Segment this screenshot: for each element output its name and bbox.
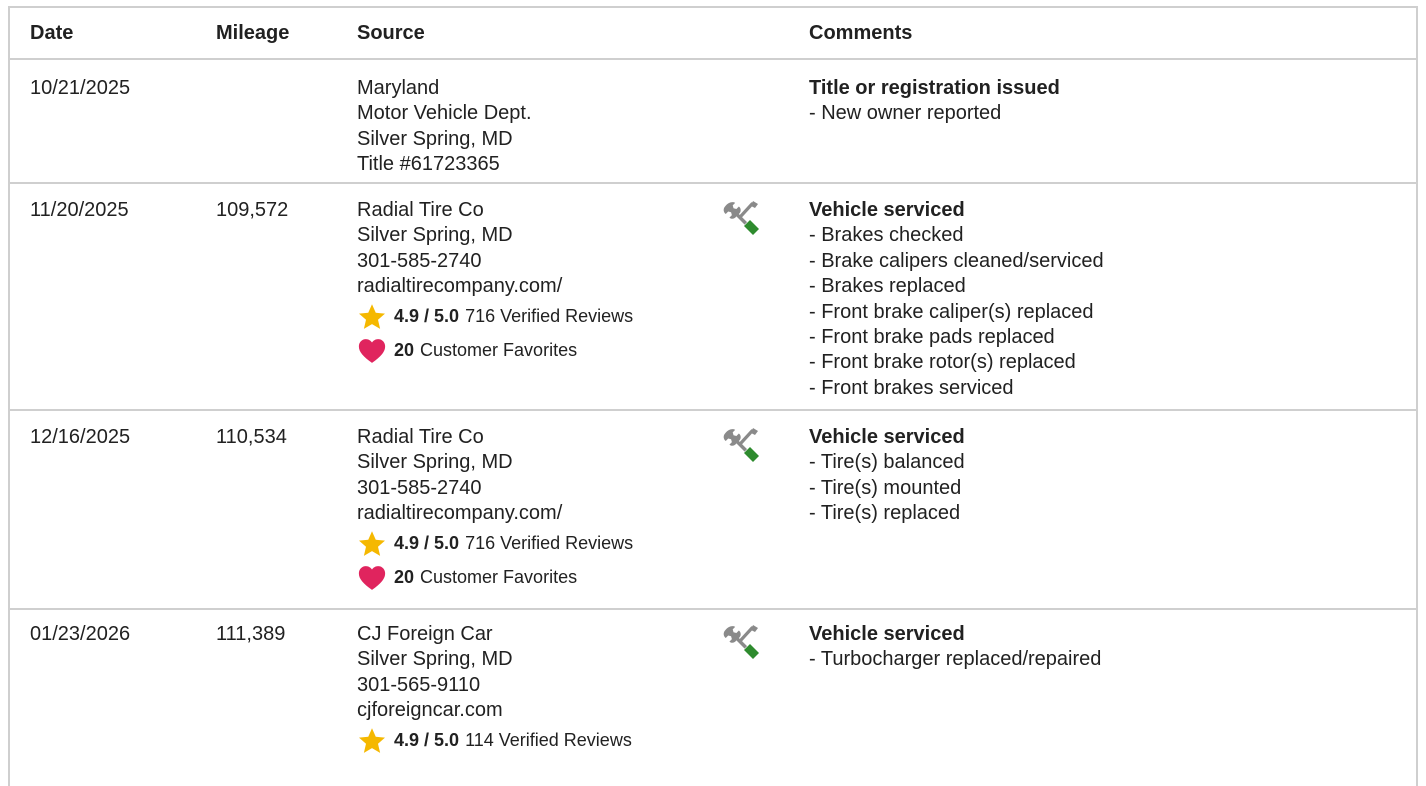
rating-score: 4.9 / 5.0 xyxy=(394,729,460,750)
source-line: Silver Spring, MD xyxy=(357,127,513,150)
rating-reviews: 716 Verified Reviews xyxy=(465,532,634,553)
source-phone[interactable]: 301-585-2740 xyxy=(357,476,725,501)
comment-item: - Tire(s) replaced xyxy=(809,502,961,525)
table-row: 10/21/2025 Maryland Motor Vehicle Dept. … xyxy=(10,59,1416,183)
rating-reviews: 716 Verified Reviews xyxy=(465,305,634,326)
source-website-link[interactable]: radialtirecompany.com/ xyxy=(357,501,725,526)
row-date: 10/21/2025 xyxy=(30,77,131,99)
star-icon xyxy=(357,726,387,756)
favorites-row[interactable]: 20 Customer Favorites xyxy=(357,561,725,595)
header-source: Source xyxy=(357,21,425,44)
comment-item: - Front brakes serviced xyxy=(809,376,1014,399)
comment-title: Vehicle serviced xyxy=(809,199,965,221)
comment-item: - Tire(s) mounted xyxy=(809,476,962,499)
comment-item: - New owner reported xyxy=(809,102,1002,125)
table-row: 11/20/2025 109,572 Radial Tire Co Silver… xyxy=(10,183,1416,410)
row-comments: Vehicle serviced - Turbocharger replaced… xyxy=(809,609,1416,758)
star-icon xyxy=(357,302,387,332)
comment-title: Vehicle serviced xyxy=(809,426,965,448)
vehicle-history-table-frame: Date Mileage Source Comments 10/21/2025 … xyxy=(8,6,1418,786)
row-source: Radial Tire Co Silver Spring, MD 301-585… xyxy=(357,183,725,410)
row-date: 12/16/2025 xyxy=(30,426,131,448)
source-phone[interactable]: 301-565-9110 xyxy=(357,673,725,698)
favorites-label: Customer Favorites xyxy=(420,339,578,360)
rating-row[interactable]: 4.9 / 5.0 114 Verified Reviews xyxy=(357,724,725,758)
row-source: CJ Foreign Car Silver Spring, MD 301-565… xyxy=(357,609,725,758)
table-row: 01/23/2026 111,389 CJ Foreign Car Silver… xyxy=(10,609,1416,758)
favorites-row[interactable]: 20 Customer Favorites xyxy=(357,334,725,368)
rating-row[interactable]: 4.9 / 5.0 716 Verified Reviews xyxy=(357,300,725,334)
row-icon-cell xyxy=(725,410,809,609)
row-date: 01/23/2026 xyxy=(30,623,131,645)
row-comments: Vehicle serviced - Brakes checked - Brak… xyxy=(809,183,1416,410)
source-phone[interactable]: 301-585-2740 xyxy=(357,249,725,274)
favorites-label: Customer Favorites xyxy=(420,566,578,587)
comment-item: - Front brake pads replaced xyxy=(809,326,1055,349)
row-mileage: 111,389 xyxy=(216,623,286,645)
wrench-screwdriver-icon xyxy=(722,425,762,465)
source-name[interactable]: Radial Tire Co xyxy=(357,198,725,223)
comment-title: Title or registration issued xyxy=(809,77,1060,99)
row-icon-cell xyxy=(725,609,809,758)
source-website-link[interactable]: cjforeigncar.com xyxy=(357,698,725,723)
table-row: 12/16/2025 110,534 Radial Tire Co Silver… xyxy=(10,410,1416,609)
comment-item: - Front brake rotor(s) replaced xyxy=(809,351,1076,374)
source-line: Motor Vehicle Dept. xyxy=(357,102,532,125)
star-icon xyxy=(357,529,387,559)
header-icon-spacer xyxy=(725,8,809,59)
header-comments: Comments xyxy=(809,21,913,44)
wrench-screwdriver-icon xyxy=(722,198,762,238)
source-name[interactable]: Radial Tire Co xyxy=(357,425,725,450)
comment-item: - Tire(s) balanced xyxy=(809,451,965,474)
table-header-row: Date Mileage Source Comments xyxy=(10,8,1416,59)
rating-row[interactable]: 4.9 / 5.0 716 Verified Reviews xyxy=(357,527,725,561)
comment-item: - Front brake caliper(s) replaced xyxy=(809,300,1094,323)
source-line: Title #61723365 xyxy=(357,153,500,176)
comment-item: - Brakes checked xyxy=(809,224,964,247)
heart-icon xyxy=(357,336,387,366)
source-website-link[interactable]: radialtirecompany.com/ xyxy=(357,274,725,299)
row-mileage xyxy=(216,59,357,183)
comment-title: Vehicle serviced xyxy=(809,623,965,645)
vehicle-history-table: Date Mileage Source Comments 10/21/2025 … xyxy=(10,8,1416,758)
row-icon-cell xyxy=(725,59,809,183)
source-line: Silver Spring, MD xyxy=(357,224,513,247)
row-comments: Vehicle serviced - Tire(s) balanced - Ti… xyxy=(809,410,1416,609)
row-mileage: 109,572 xyxy=(216,199,289,221)
heart-icon xyxy=(357,563,387,593)
favorites-count: 20 xyxy=(394,339,415,360)
comment-item: - Turbocharger replaced/repaired xyxy=(809,648,1102,671)
row-mileage: 110,534 xyxy=(216,426,287,448)
rating-score: 4.9 / 5.0 xyxy=(394,532,460,553)
header-mileage: Mileage xyxy=(216,21,290,44)
row-source: Maryland Motor Vehicle Dept. Silver Spri… xyxy=(357,59,725,183)
source-line: Silver Spring, MD xyxy=(357,451,513,474)
favorites-count: 20 xyxy=(394,566,415,587)
comment-item: - Brake calipers cleaned/serviced xyxy=(809,249,1104,272)
wrench-screwdriver-icon xyxy=(722,622,762,662)
row-icon-cell xyxy=(725,183,809,410)
header-date: Date xyxy=(30,21,74,44)
rating-score: 4.9 / 5.0 xyxy=(394,305,460,326)
rating-reviews: 114 Verified Reviews xyxy=(465,729,632,750)
source-line: Silver Spring, MD xyxy=(357,648,513,671)
row-source: Radial Tire Co Silver Spring, MD 301-585… xyxy=(357,410,725,609)
source-name[interactable]: CJ Foreign Car xyxy=(357,622,725,647)
source-line: Maryland xyxy=(357,77,440,99)
comment-item: - Brakes replaced xyxy=(809,275,966,298)
row-comments: Title or registration issued - New owner… xyxy=(809,59,1416,183)
row-date: 11/20/2025 xyxy=(30,199,129,221)
